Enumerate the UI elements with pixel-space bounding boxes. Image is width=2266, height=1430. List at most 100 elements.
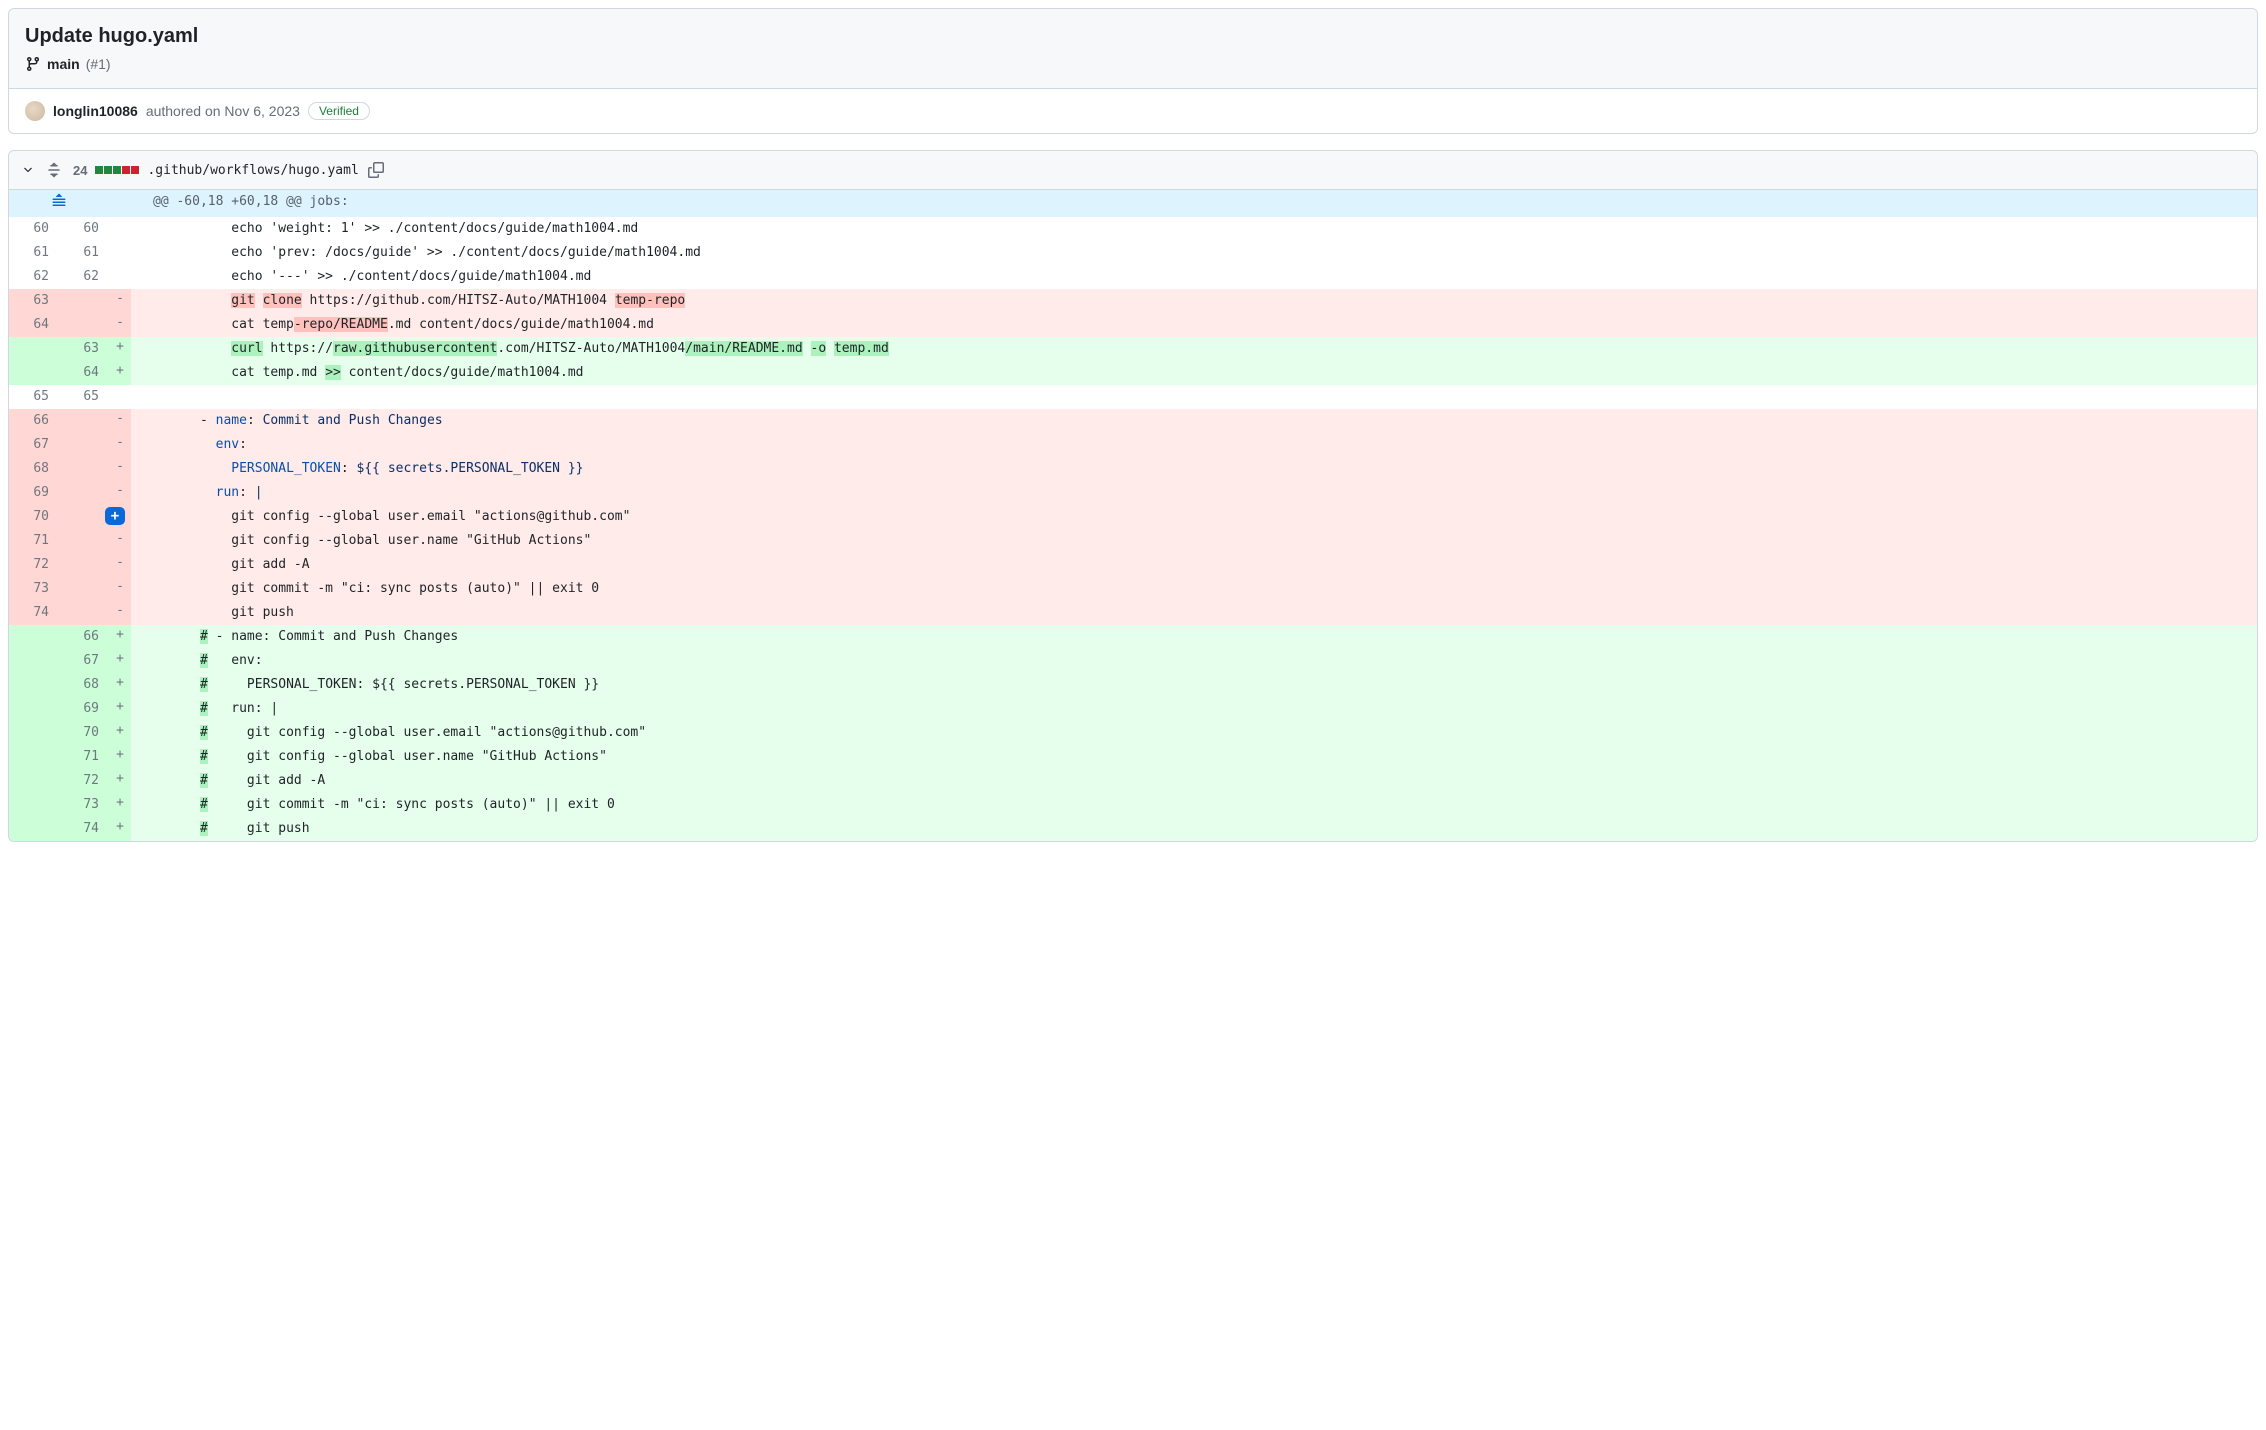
line-number-left[interactable]: 74 — [9, 601, 59, 625]
line-number-left[interactable]: 63 — [9, 289, 59, 313]
code-content[interactable]: git clone https://github.com/HITSZ-Auto/… — [131, 289, 2257, 313]
diff-table: @@ -60,18 +60,18 @@ jobs: 6060 echo 'wei… — [9, 190, 2257, 841]
avatar[interactable] — [25, 101, 45, 121]
copy-icon[interactable] — [367, 161, 385, 179]
line-number-left[interactable] — [9, 817, 59, 841]
line-number-right[interactable]: 70 — [59, 721, 109, 745]
code-content[interactable]: env: — [131, 433, 2257, 457]
line-number-right[interactable]: 67 — [59, 649, 109, 673]
diff-line: 6262 echo '---' >> ./content/docs/guide/… — [9, 265, 2257, 289]
line-number-left[interactable] — [9, 745, 59, 769]
diff-line: 66 - - name: Commit and Push Changes — [9, 409, 2257, 433]
code-content[interactable]: echo '---' >> ./content/docs/guide/math1… — [131, 265, 2257, 289]
code-content[interactable]: # git config --global user.name "GitHub … — [131, 745, 2257, 769]
code-content[interactable]: git config --global user.name "GitHub Ac… — [131, 529, 2257, 553]
line-number-left[interactable]: 73 — [9, 577, 59, 601]
branch-name[interactable]: main — [47, 56, 80, 72]
line-number-left[interactable] — [9, 793, 59, 817]
code-content[interactable]: echo 'weight: 1' >> ./content/docs/guide… — [131, 217, 2257, 241]
expand-all-icon[interactable] — [43, 159, 65, 181]
line-number-left[interactable]: 69 — [9, 481, 59, 505]
code-content[interactable]: run: | — [131, 481, 2257, 505]
line-number-right[interactable] — [59, 433, 109, 457]
line-number-left[interactable]: 62 — [9, 265, 59, 289]
diff-marker: - — [109, 409, 131, 433]
code-content[interactable]: # run: | — [131, 697, 2257, 721]
line-number-left[interactable]: 71 — [9, 529, 59, 553]
git-branch-icon — [25, 56, 41, 72]
verified-badge[interactable]: Verified — [308, 102, 370, 120]
line-number-right[interactable] — [59, 457, 109, 481]
line-number-left[interactable] — [9, 361, 59, 385]
line-number-right[interactable] — [59, 601, 109, 625]
line-number-left[interactable]: 64 — [9, 313, 59, 337]
add-comment-button[interactable]: + — [105, 507, 125, 525]
line-number-right[interactable]: 69 — [59, 697, 109, 721]
code-content[interactable]: - name: Commit and Push Changes — [131, 409, 2257, 433]
line-number-left[interactable] — [9, 697, 59, 721]
line-number-left[interactable]: 66 — [9, 409, 59, 433]
line-number-right[interactable]: 72 — [59, 769, 109, 793]
code-content[interactable]: # - name: Commit and Push Changes — [131, 625, 2257, 649]
chevron-down-icon[interactable] — [21, 163, 35, 177]
line-number-right[interactable]: 74 — [59, 817, 109, 841]
line-number-left[interactable] — [9, 769, 59, 793]
line-number-right[interactable]: 61 — [59, 241, 109, 265]
code-content[interactable]: # git push — [131, 817, 2257, 841]
pr-number[interactable]: (#1) — [86, 56, 111, 72]
code-content[interactable]: echo 'prev: /docs/guide' >> ./content/do… — [131, 241, 2257, 265]
code-content[interactable]: PERSONAL_TOKEN: ${{ secrets.PERSONAL_TOK… — [131, 457, 2257, 481]
author-username[interactable]: longlin10086 — [53, 103, 138, 119]
line-number-right[interactable] — [59, 289, 109, 313]
line-number-right[interactable] — [59, 505, 109, 529]
line-number-left[interactable] — [9, 673, 59, 697]
code-content[interactable]: git add -A — [131, 553, 2257, 577]
line-number-right[interactable]: 66 — [59, 625, 109, 649]
line-number-right[interactable] — [59, 313, 109, 337]
line-number-right[interactable]: 64 — [59, 361, 109, 385]
line-number-right[interactable] — [59, 529, 109, 553]
line-number-left[interactable]: 68 — [9, 457, 59, 481]
diff-marker: - — [109, 457, 131, 481]
diff-line: 63- git clone https://github.com/HITSZ-A… — [9, 289, 2257, 313]
code-content[interactable]: cat temp.md >> content/docs/guide/math10… — [131, 361, 2257, 385]
line-number-right[interactable]: 68 — [59, 673, 109, 697]
file-path[interactable]: .github/workflows/hugo.yaml — [147, 163, 358, 178]
code-content[interactable]: curl https://raw.githubusercontent.com/H… — [131, 337, 2257, 361]
line-number-right[interactable] — [59, 481, 109, 505]
line-number-left[interactable]: 70 — [9, 505, 59, 529]
line-number-right[interactable] — [59, 577, 109, 601]
code-content[interactable]: # env: — [131, 649, 2257, 673]
line-number-left[interactable]: 65 — [9, 385, 59, 409]
code-content[interactable]: git push — [131, 601, 2257, 625]
diff-marker: - — [109, 601, 131, 625]
code-content[interactable]: # git commit -m "ci: sync posts (auto)" … — [131, 793, 2257, 817]
code-content[interactable]: # PERSONAL_TOKEN: ${{ secrets.PERSONAL_T… — [131, 673, 2257, 697]
line-number-left[interactable] — [9, 649, 59, 673]
line-number-right[interactable] — [59, 553, 109, 577]
line-number-left[interactable]: 72 — [9, 553, 59, 577]
line-number-left[interactable] — [9, 625, 59, 649]
code-content[interactable]: git commit -m "ci: sync posts (auto)" ||… — [131, 577, 2257, 601]
line-number-left[interactable] — [9, 337, 59, 361]
line-number-left[interactable]: 67 — [9, 433, 59, 457]
line-number-right[interactable]: 62 — [59, 265, 109, 289]
diff-marker — [109, 217, 131, 241]
code-content[interactable] — [131, 385, 2257, 409]
code-content[interactable]: cat temp-repo/README.md content/docs/gui… — [131, 313, 2257, 337]
line-number-right[interactable]: 65 — [59, 385, 109, 409]
line-number-right[interactable]: 71 — [59, 745, 109, 769]
line-number-right[interactable]: 60 — [59, 217, 109, 241]
diff-line: 6565 — [9, 385, 2257, 409]
line-number-right[interactable] — [59, 409, 109, 433]
line-number-right[interactable]: 73 — [59, 793, 109, 817]
line-number-left[interactable]: 60 — [9, 217, 59, 241]
code-content[interactable]: git config --global user.email "actions@… — [131, 505, 2257, 529]
line-number-left[interactable]: 61 — [9, 241, 59, 265]
diff-line: 74 - git push — [9, 601, 2257, 625]
code-content[interactable]: # git config --global user.email "action… — [131, 721, 2257, 745]
line-number-left[interactable] — [9, 721, 59, 745]
expand-up-button[interactable] — [9, 190, 109, 217]
code-content[interactable]: # git add -A — [131, 769, 2257, 793]
line-number-right[interactable]: 63 — [59, 337, 109, 361]
